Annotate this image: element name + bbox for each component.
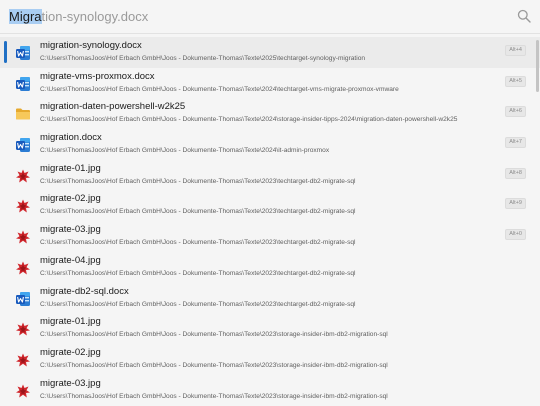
result-item[interactable]: migration.docx C:\Users\ThomasJoos\Hof E… bbox=[0, 129, 540, 160]
result-title: migrate-vms-proxmox.docx bbox=[40, 70, 155, 82]
result-item[interactable]: migration-daten-powershell-w2k25 C:\User… bbox=[0, 98, 540, 129]
result-path: C:\Users\ThomasJoos\Hof Erbach GmbH\Joos… bbox=[40, 392, 388, 400]
result-path: C:\Users\ThomasJoos\Hof Erbach GmbH\Joos… bbox=[40, 208, 356, 216]
result-item[interactable]: migrate-01.jpg C:\Users\ThomasJoos\Hof E… bbox=[0, 313, 540, 344]
image-file-icon bbox=[15, 229, 31, 245]
result-path: C:\Users\ThomasJoos\Hof Erbach GmbH\Joos… bbox=[40, 55, 366, 62]
word-document-icon bbox=[15, 291, 31, 307]
result-path: C:\Users\ThomasJoos\Hof Erbach GmbH\Joos… bbox=[40, 177, 356, 185]
result-item[interactable]: migrate-db2-sql.docx C:\Users\ThomasJoos… bbox=[0, 283, 540, 314]
search-query-typed: Migra bbox=[9, 9, 42, 24]
result-title: migrate-04.jpg bbox=[40, 254, 101, 266]
image-file-icon bbox=[15, 168, 31, 184]
search-query-autocomplete: tion-synology.docx bbox=[41, 9, 149, 24]
shortcut-badge: Alt+7 bbox=[505, 137, 526, 149]
result-title: migrate-03.jpg bbox=[40, 224, 101, 236]
result-item[interactable]: migrate-02.jpg C:\Users\ThomasJoos\Hof E… bbox=[0, 190, 540, 221]
result-path: C:\Users\ThomasJoos\Hof Erbach GmbH\Joos… bbox=[40, 116, 458, 124]
result-path: C:\Users\ThomasJoos\Hof Erbach GmbH\Joos… bbox=[40, 361, 388, 369]
result-path: C:\Users\ThomasJoos\Hof Erbach GmbH\Joos… bbox=[40, 239, 356, 247]
image-file-icon bbox=[15, 321, 31, 337]
result-item[interactable]: migrate-01.jpg C:\Users\ThomasJoos\Hof E… bbox=[0, 160, 540, 191]
shortcut-badge: Alt+8 bbox=[505, 167, 526, 179]
result-item[interactable]: migration-synology.docx C:\Users\ThomasJ… bbox=[0, 37, 540, 68]
result-item[interactable]: migrate-vms-proxmox.docx C:\Users\Thomas… bbox=[0, 68, 540, 99]
result-title: migrate-02.jpg bbox=[40, 193, 101, 205]
search-input[interactable]: Migration-synology.docx bbox=[9, 9, 148, 25]
search-launcher: Migration-synology.docx migration-synolo… bbox=[0, 0, 540, 406]
folder-icon bbox=[15, 106, 31, 122]
shortcut-badge: Alt+6 bbox=[505, 106, 526, 118]
result-title: migrate-01.jpg bbox=[40, 316, 101, 328]
result-path: C:\Users\ThomasJoos\Hof Erbach GmbH\Joos… bbox=[40, 85, 399, 93]
result-title: migration-synology.docx bbox=[40, 40, 142, 51]
results-list: migration-synology.docx C:\Users\ThomasJ… bbox=[0, 37, 540, 406]
result-item[interactable]: migrate-03.jpg C:\Users\ThomasJoos\Hof E… bbox=[0, 375, 540, 406]
result-path: C:\Users\ThomasJoos\Hof Erbach GmbH\Joos… bbox=[40, 331, 388, 339]
image-file-icon bbox=[15, 260, 31, 276]
result-item[interactable]: migrate-04.jpg C:\Users\ThomasJoos\Hof E… bbox=[0, 252, 540, 283]
result-title: migration-daten-powershell-w2k25 bbox=[40, 101, 186, 113]
result-title: migrate-01.jpg bbox=[40, 162, 101, 174]
word-document-icon bbox=[15, 137, 31, 153]
image-file-icon bbox=[15, 383, 31, 399]
result-path: C:\Users\ThomasJoos\Hof Erbach GmbH\Joos… bbox=[40, 269, 356, 277]
result-title: migration.docx bbox=[40, 132, 102, 144]
result-item[interactable]: migrate-03.jpg C:\Users\ThomasJoos\Hof E… bbox=[0, 221, 540, 252]
result-path: C:\Users\ThomasJoos\Hof Erbach GmbH\Joos… bbox=[40, 147, 330, 155]
result-title: migrate-03.jpg bbox=[40, 377, 101, 389]
image-file-icon bbox=[15, 198, 31, 214]
shortcut-badge: Alt+5 bbox=[505, 75, 526, 87]
word-document-icon bbox=[15, 76, 31, 92]
scrollbar[interactable] bbox=[536, 40, 539, 92]
result-item[interactable]: migrate-02.jpg C:\Users\ThomasJoos\Hof E… bbox=[0, 344, 540, 375]
shortcut-badge: Alt+4 bbox=[505, 45, 526, 56]
shortcut-badge: Alt+0 bbox=[505, 229, 526, 241]
search-icon[interactable] bbox=[517, 9, 531, 23]
shortcut-badge: Alt+9 bbox=[505, 198, 526, 210]
search-bar[interactable]: Migration-synology.docx bbox=[0, 0, 540, 34]
image-file-icon bbox=[15, 352, 31, 368]
result-title: migrate-02.jpg bbox=[40, 346, 101, 358]
result-title: migrate-db2-sql.docx bbox=[40, 285, 129, 297]
result-path: C:\Users\ThomasJoos\Hof Erbach GmbH\Joos… bbox=[40, 300, 356, 308]
word-document-icon bbox=[15, 45, 31, 61]
